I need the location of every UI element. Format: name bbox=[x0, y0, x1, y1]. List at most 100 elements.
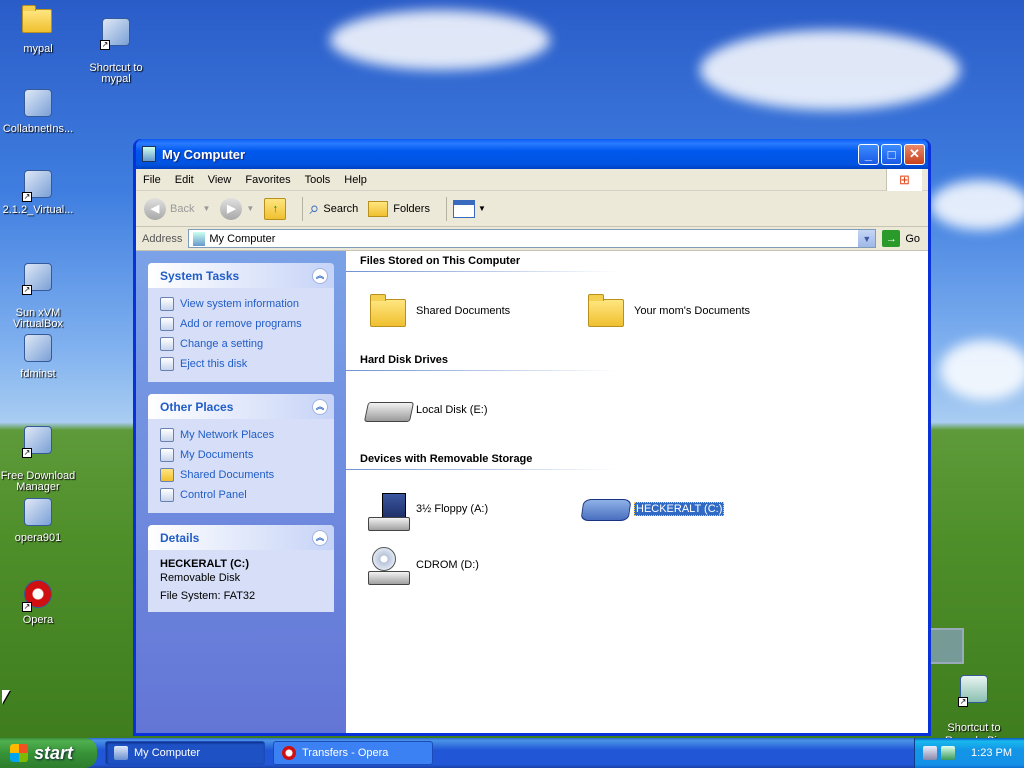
item-shared-documents[interactable]: Shared Documents bbox=[364, 291, 510, 331]
back-arrow-icon: ◀ bbox=[144, 197, 166, 220]
installer-icon bbox=[24, 334, 52, 362]
installer-icon bbox=[24, 89, 52, 117]
group-header-files-stored: Files Stored on This Computer bbox=[346, 255, 630, 272]
cdrom-drive-icon bbox=[368, 547, 410, 587]
system-tasks-panel: System Tasks ︽ View system information A… bbox=[148, 263, 334, 382]
clock[interactable]: 1:23 PM bbox=[971, 747, 1012, 759]
item-local-disk-e[interactable]: Local Disk (E:) bbox=[363, 390, 488, 430]
file-view: Files Stored on This Computer Shared Doc… bbox=[346, 251, 928, 733]
other-places-header[interactable]: Other Places ︽ bbox=[148, 394, 334, 419]
task-label: My Computer bbox=[134, 747, 201, 759]
desktop-icon-mypal[interactable]: mypal bbox=[0, 5, 78, 55]
toolbar: ◀ Back ▼ ▶ ▼ ↑ ⌕ Search Folders ▼ bbox=[136, 191, 928, 227]
desktop-icon-fdm[interactable]: ↗ Free Download Manager bbox=[0, 413, 78, 504]
desktop-icon-shortcut-mypal[interactable]: ↗ Shortcut to mypal bbox=[76, 5, 156, 96]
download-indicator-icon[interactable] bbox=[926, 628, 964, 664]
menu-view[interactable]: View bbox=[201, 174, 239, 186]
desktop-icon-label: Sun xVM VirtualBox bbox=[13, 307, 63, 330]
forward-button[interactable]: ▶ ▼ bbox=[220, 197, 254, 220]
place-shared-documents[interactable]: Shared Documents bbox=[160, 465, 324, 485]
item-your-moms-documents[interactable]: Your mom's Documents bbox=[582, 291, 750, 331]
collapse-icon[interactable]: ︽ bbox=[312, 398, 328, 415]
title-bar[interactable]: My Computer _ □ ✕ bbox=[136, 139, 928, 169]
address-input[interactable]: My Computer ▼ bbox=[188, 229, 877, 248]
collapse-icon[interactable]: ︽ bbox=[312, 529, 328, 546]
task-view-system-info[interactable]: View system information bbox=[160, 294, 324, 314]
details-name: HECKERALT (C:) bbox=[160, 558, 250, 570]
task-add-remove-programs[interactable]: Add or remove programs bbox=[160, 314, 324, 334]
back-button[interactable]: ◀ Back ▼ bbox=[144, 197, 210, 220]
toolbar-separator bbox=[445, 196, 447, 221]
item-heckeralt-c[interactable]: HECKERALT (C:) bbox=[580, 489, 725, 529]
folders-button[interactable]: Folders bbox=[368, 200, 430, 217]
go-label: Go bbox=[905, 232, 920, 245]
go-arrow-icon: → bbox=[882, 230, 901, 247]
system-tray: 1:23 PM bbox=[914, 738, 1024, 768]
up-button[interactable]: ↑ bbox=[264, 197, 287, 220]
desktop-icon-label: Opera bbox=[22, 614, 54, 626]
group-header-removable: Devices with Removable Storage bbox=[346, 453, 630, 470]
place-control-panel[interactable]: Control Panel bbox=[160, 485, 324, 505]
menu-file[interactable]: File bbox=[136, 174, 168, 186]
task-opera-transfers[interactable]: Transfers - Opera bbox=[273, 741, 433, 765]
desktop-icon-opera[interactable]: ↗ Opera bbox=[0, 578, 78, 626]
task-my-computer[interactable]: My Computer bbox=[105, 741, 265, 765]
menu-edit[interactable]: Edit bbox=[168, 174, 201, 186]
place-my-documents[interactable]: My Documents bbox=[160, 445, 324, 465]
cloud bbox=[330, 10, 550, 70]
cloud bbox=[700, 30, 960, 110]
cloud bbox=[930, 180, 1024, 230]
eject-icon bbox=[160, 357, 174, 371]
place-label: Control Panel bbox=[180, 489, 247, 501]
start-button[interactable]: start bbox=[0, 738, 97, 768]
place-network[interactable]: My Network Places bbox=[160, 425, 324, 445]
desktop-icon-collabnet[interactable]: CollabnetIns... bbox=[0, 87, 78, 135]
close-button[interactable]: ✕ bbox=[904, 143, 925, 165]
minimize-button[interactable]: _ bbox=[858, 143, 879, 165]
item-label: Local Disk (E:) bbox=[416, 404, 488, 416]
desktop-icon-fdminst[interactable]: fdminst bbox=[0, 332, 78, 380]
folder-icon bbox=[588, 294, 624, 327]
chevron-down-icon[interactable]: ▼ bbox=[202, 204, 210, 213]
place-label: Shared Documents bbox=[180, 469, 275, 481]
desktop-icon-opera901[interactable]: opera901 bbox=[0, 496, 78, 544]
menu-favorites[interactable]: Favorites bbox=[238, 174, 297, 186]
network-icon bbox=[160, 428, 174, 442]
window-title: My Computer bbox=[162, 146, 246, 162]
search-button[interactable]: ⌕ Search bbox=[309, 198, 358, 219]
windows-logo-icon: ⊞ bbox=[886, 169, 922, 191]
panel-title: System Tasks bbox=[160, 268, 240, 283]
mouse-cursor-icon bbox=[2, 690, 10, 704]
group-header-hard-disks: Hard Disk Drives bbox=[346, 354, 630, 371]
address-dropdown-icon[interactable]: ▼ bbox=[858, 230, 876, 247]
safely-remove-hardware-icon[interactable] bbox=[941, 746, 955, 760]
system-tasks-header[interactable]: System Tasks ︽ bbox=[148, 263, 334, 288]
search-icon: ⌕ bbox=[309, 198, 320, 218]
documents-icon bbox=[160, 448, 174, 462]
views-button[interactable]: ▼ bbox=[452, 199, 486, 218]
desktop-icon-label: Shortcut to mypal bbox=[89, 62, 143, 85]
desktop-icon-label: 2.1.2_Virtual... bbox=[2, 204, 74, 216]
computer-icon bbox=[142, 146, 156, 162]
item-cdrom-d[interactable]: CDROM (D:) bbox=[364, 545, 479, 585]
task-eject-disk[interactable]: Eject this disk bbox=[160, 354, 324, 374]
desktop-icon-virtual[interactable]: ↗ 2.1.2_Virtual... bbox=[0, 168, 78, 216]
details-header[interactable]: Details ︽ bbox=[148, 525, 334, 550]
opera-icon bbox=[282, 746, 296, 760]
chevron-down-icon[interactable]: ▼ bbox=[246, 204, 254, 213]
task-change-setting[interactable]: Change a setting bbox=[160, 334, 324, 354]
content-area: System Tasks ︽ View system information A… bbox=[136, 251, 928, 733]
group-hard-disks: Local Disk (E:) bbox=[360, 370, 928, 453]
tray-app-icon[interactable] bbox=[923, 746, 937, 760]
folders-icon bbox=[368, 200, 389, 217]
desktop-icon-virtualbox[interactable]: ↗ Sun xVM VirtualBox bbox=[0, 250, 78, 341]
go-button[interactable]: → Go bbox=[882, 230, 920, 247]
collapse-icon[interactable]: ︽ bbox=[312, 267, 328, 284]
menu-help[interactable]: Help bbox=[337, 174, 374, 186]
panel-title: Other Places bbox=[160, 399, 234, 414]
group-removable: 3½ Floppy (A:) HECKERALT (C:) CDROM (D:) bbox=[360, 469, 928, 619]
maximize-button[interactable]: □ bbox=[881, 143, 902, 165]
item-floppy-a[interactable]: 3½ Floppy (A:) bbox=[364, 489, 488, 531]
menu-tools[interactable]: Tools bbox=[298, 174, 338, 186]
removable-disk-icon bbox=[580, 499, 632, 521]
